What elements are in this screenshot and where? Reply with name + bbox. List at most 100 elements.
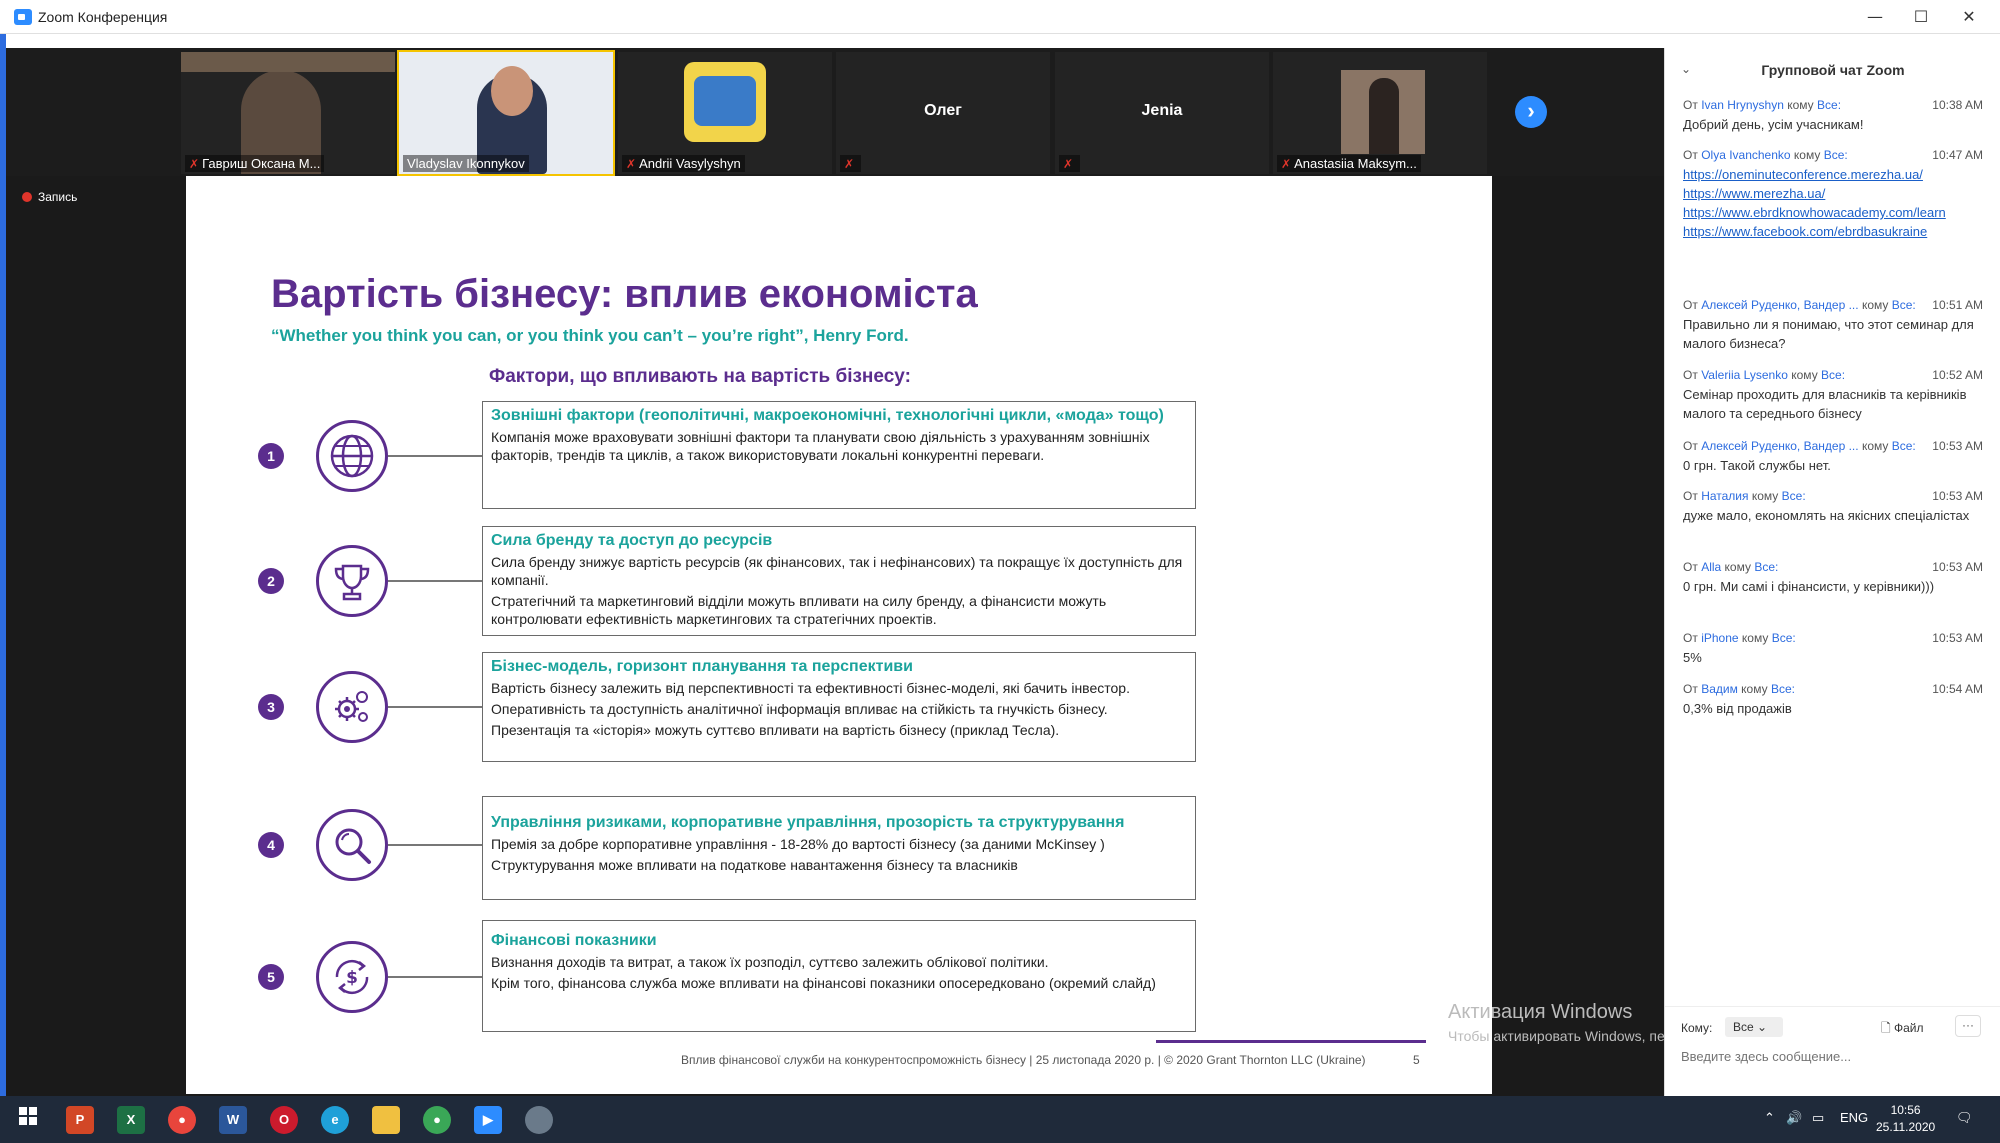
factor-text: Сила бренду знижує вартість ресурсів (як…	[491, 554, 1183, 588]
from-label: От	[1683, 148, 1698, 162]
volume-icon[interactable]: 🔊	[1786, 1110, 1802, 1126]
recipient-name[interactable]: Все:	[1782, 489, 1806, 503]
factor-number: 1	[258, 443, 284, 469]
chrome-icon[interactable]: ●	[168, 1106, 196, 1134]
chat-link[interactable]: https://www.merezha.ua/	[1683, 184, 1983, 203]
recipient-name[interactable]: Все:	[1754, 560, 1778, 574]
participant-tile[interactable]: ✗ Anastasiia Maksym...	[1273, 52, 1487, 174]
edge-icon[interactable]: e	[321, 1106, 349, 1134]
recipient-name[interactable]: Все:	[1824, 148, 1848, 162]
recipient-name[interactable]: Все:	[1821, 368, 1845, 382]
chat-message: От Алексей Руденко, Вандер ... кому Все:…	[1683, 439, 1983, 475]
window-title: Zoom Конференция	[38, 9, 168, 25]
clock-time: 10:56	[1890, 1103, 1921, 1117]
chat-link[interactable]: https://www.facebook.com/ebrdbasukraine	[1683, 222, 1983, 241]
from-label: От	[1683, 682, 1698, 696]
recipient-name[interactable]: Все:	[1771, 682, 1795, 696]
excel-icon[interactable]: X	[117, 1106, 145, 1134]
chat-message: От Ivan Hrynyshyn кому Все: 10:38 AM Добр…	[1683, 98, 1983, 134]
participant-name: Гавриш Оксана М...	[202, 156, 321, 171]
taskbar-clock[interactable]: 10:56 25.11.2020	[1876, 1102, 1935, 1136]
factor-text: Презентація та «історія» можуть суттєво …	[491, 722, 1060, 738]
participant-tile[interactable]: Олег ✗	[836, 52, 1050, 174]
participant-tile-active-speaker[interactable]: Vladyslav Ikonnykov	[397, 50, 615, 176]
window-titlebar: Zoom Конференция — ☐ ✕	[0, 0, 2000, 34]
connector-line	[388, 844, 482, 846]
minimize-button[interactable]: —	[1852, 4, 1898, 30]
participant-name: Anastasiia Maksym...	[1294, 156, 1417, 171]
sender-name[interactable]: Valeriia Lysenko	[1701, 368, 1788, 382]
chat-header: Групповой чат Zoom	[1761, 62, 1905, 78]
close-button[interactable]: ✕	[1946, 4, 1992, 30]
sender-name[interactable]: Наталия	[1701, 489, 1748, 503]
recipient-select[interactable]: Все ⌄	[1725, 1017, 1783, 1037]
factor-heading: Управління ризиками, корпоративне управл…	[491, 814, 1125, 831]
factor-box: Управління ризиками, корпоративне управл…	[482, 796, 1196, 900]
message-text: 0 грн. Ми самі і фінансисти, у керівники…	[1683, 579, 1935, 594]
from-label: От	[1683, 560, 1698, 574]
participant-tile[interactable]: Jenia ✗	[1055, 52, 1269, 174]
message-time: 10:53 AM	[1932, 439, 1983, 453]
sender-name[interactable]: Алексей Руденко, Вандер ...	[1701, 439, 1858, 453]
factor-text: Оперативність та доступність аналітичної…	[491, 701, 1108, 717]
factor-box: Фінансові показники Визнання доходів та …	[482, 920, 1196, 1032]
shared-slide: Вартість бізнесу: вплив економіста “Whet…	[186, 176, 1492, 1094]
recipient-name[interactable]: Все:	[1892, 439, 1916, 453]
message-time: 10:51 AM	[1932, 298, 1983, 312]
zoom-icon[interactable]: ▶	[474, 1106, 502, 1134]
factor-box: Бізнес-модель, горизонт планування та пе…	[482, 652, 1196, 762]
mic-muted-icon: ✗	[626, 157, 637, 171]
chat-message: От Alla кому Все: 10:53 AM 0 грн. Ми самі…	[1683, 560, 1983, 596]
connector-line	[388, 455, 482, 457]
recipient-name[interactable]: Все:	[1892, 298, 1916, 312]
file-button[interactable]: 🗋 Файл	[1881, 1019, 1924, 1040]
sender-name[interactable]: iPhone	[1701, 631, 1738, 645]
participant-face	[491, 66, 533, 116]
sender-name[interactable]: Olya Ivanchenko	[1701, 148, 1790, 162]
more-options-button[interactable]: ···	[1955, 1015, 1981, 1037]
participant-tile[interactable]: ✗ Гавриш Оксана М...	[181, 52, 395, 174]
recipient-select-value: Все	[1733, 1020, 1754, 1034]
to-label: кому	[1724, 560, 1751, 574]
powerpoint-icon[interactable]: P	[66, 1106, 94, 1134]
chat-message-input[interactable]	[1681, 1049, 1981, 1064]
notifications-icon[interactable]: 🗨	[1956, 1110, 1973, 1126]
factor-number: 4	[258, 832, 284, 858]
magnifier-icon	[316, 809, 388, 881]
chat-message: От iPhone кому Все: 10:53 AM 5%	[1683, 631, 1983, 667]
message-time: 10:53 AM	[1932, 489, 1983, 503]
sender-name[interactable]: Alla	[1701, 560, 1721, 574]
factor-text: Крім того, фінансова служба може впливат…	[491, 975, 1156, 991]
factor-text: Стратегічний та маркетинговий відділи мо…	[491, 593, 1107, 627]
factor-text: Вартість бізнесу залежить від перспектив…	[491, 680, 1130, 696]
participant-name: Andrii Vasylyshyn	[639, 156, 741, 171]
from-label: От	[1683, 439, 1698, 453]
to-label: кому	[1751, 489, 1779, 503]
word-icon[interactable]: W	[219, 1106, 247, 1134]
chat-message: От Алексей Руденко, Вандер ... кому Все:…	[1683, 298, 1983, 353]
language-indicator[interactable]: ENG	[1840, 1110, 1868, 1125]
chat-link[interactable]: https://oneminuteconference.merezha.ua/	[1683, 165, 1983, 184]
windows-start-icon[interactable]	[14, 1106, 42, 1134]
sender-name[interactable]: Ivan Hrynyshyn	[1701, 98, 1784, 112]
connector-line	[388, 706, 482, 708]
chrome-icon[interactable]: ●	[423, 1106, 451, 1134]
opera-icon[interactable]: O	[270, 1106, 298, 1134]
factor-box: Зовнішні фактори (геополітичні, макроеко…	[482, 401, 1196, 509]
sender-name[interactable]: Алексей Руденко, Вандер ...	[1701, 298, 1858, 312]
maximize-button[interactable]: ☐	[1898, 4, 1944, 30]
recipient-name[interactable]: Все:	[1772, 631, 1796, 645]
mic-muted-icon: ✗	[189, 157, 200, 171]
network-icon[interactable]: ▭	[1812, 1110, 1824, 1126]
to-label: кому	[1861, 298, 1889, 312]
file-explorer-icon[interactable]	[372, 1106, 400, 1134]
participant-tile[interactable]: ✗ Andrii Vasylyshyn	[618, 52, 832, 174]
sender-name[interactable]: Вадим	[1701, 682, 1738, 696]
factor-number: 3	[258, 694, 284, 720]
from-label: От	[1683, 298, 1698, 312]
recipient-name[interactable]: Все:	[1817, 98, 1841, 112]
app-icon[interactable]	[525, 1106, 553, 1134]
chat-link[interactable]: https://www.ebrdknowhowacademy.com/learn	[1683, 203, 1983, 222]
tray-overflow-icon[interactable]: ⌃	[1764, 1110, 1775, 1126]
next-participants-button[interactable]: ›	[1515, 96, 1547, 128]
